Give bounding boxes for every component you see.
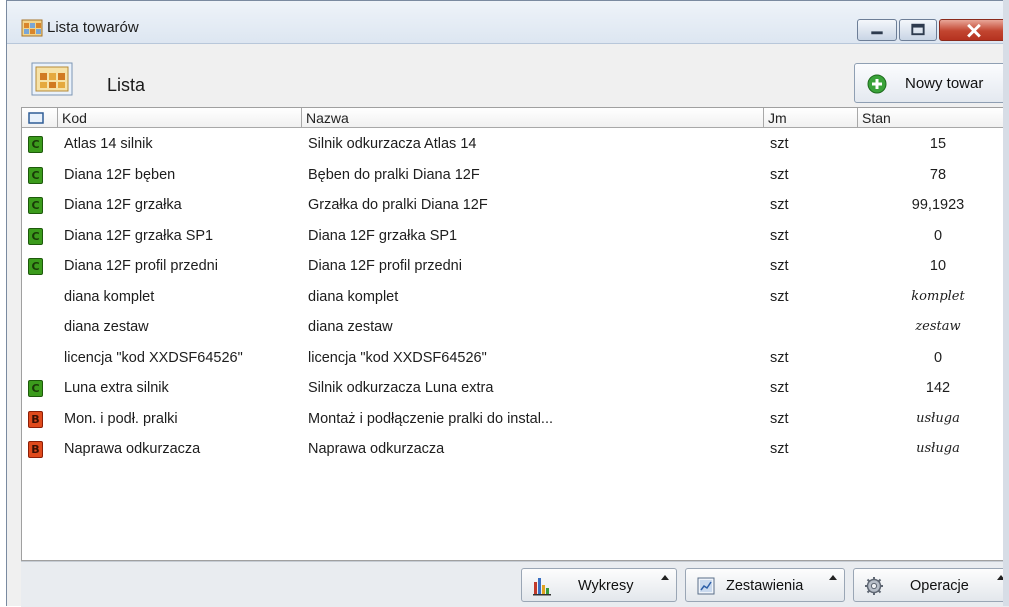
cell-stan: usługa xyxy=(916,441,960,456)
caret-up-icon xyxy=(829,575,837,580)
cell-kod: Mon. i podł. pralki xyxy=(64,410,178,427)
cell-kod: Diana 12F grzałka SP1 xyxy=(64,227,214,244)
zestawienia-button[interactable]: Zestawienia xyxy=(685,568,845,602)
bar-chart-icon xyxy=(533,578,551,596)
cell-nazwa: Naprawa odkurzacza xyxy=(308,441,445,457)
cell-stan: 99,1923 xyxy=(911,197,965,213)
cell-nazwa: Silnik odkurzacza Atlas 14 xyxy=(308,136,477,152)
cell-nazwa: diana komplet xyxy=(308,288,399,305)
table-row[interactable]: C Diana 12F grzałka SP1 Diana 12F grzałka … xyxy=(22,222,1009,253)
cell-stan: 142 xyxy=(925,380,951,396)
cell-nazwa: Diana 12F profil przedni xyxy=(308,258,462,274)
cell-stan: komplet xyxy=(911,288,965,304)
cell-stan: zestaw xyxy=(915,319,961,334)
cell-jm: szt xyxy=(770,258,789,274)
product-type-badge: C xyxy=(28,258,43,275)
table-row[interactable]: C Atlas 14 silnik Silnik odkurzacza Atlas … xyxy=(22,130,1009,161)
window-edge xyxy=(1003,0,1009,606)
cell-nazwa: Diana 12F grzałka SP1 xyxy=(308,227,458,244)
table-row[interactable]: diana zestaw diana zestaw zestaw xyxy=(22,313,1009,344)
cell-jm: szt xyxy=(770,410,789,427)
operacje-button[interactable]: Operacje xyxy=(853,568,1009,602)
page-title: Lista xyxy=(107,75,146,95)
cell-nazwa: Silnik odkurzacza Luna extra xyxy=(308,380,494,396)
select-column-header[interactable] xyxy=(22,108,58,128)
cell-kod: Diana 12F bęben xyxy=(64,166,176,183)
cell-stan: 78 xyxy=(929,166,947,183)
column-header-jm[interactable]: Jm xyxy=(764,108,858,128)
table-row[interactable]: licencja "kod XXDSF64526" licencja "kod X… xyxy=(22,344,1009,375)
cell-kod: Atlas 14 silnik xyxy=(64,136,153,152)
cell-jm: szt xyxy=(770,349,789,366)
cell-stan: 15 xyxy=(929,136,947,152)
product-list-icon xyxy=(21,19,43,37)
maximize-button[interactable] xyxy=(899,19,937,41)
window-title: Lista towarów xyxy=(47,19,139,36)
cell-kod: licencja "kod XXDSF64526" xyxy=(64,349,243,366)
cell-nazwa: diana zestaw xyxy=(308,319,393,335)
report-icon xyxy=(697,577,715,595)
list-header: Lista Nowy towar xyxy=(7,55,1009,103)
product-type-badge: B xyxy=(28,441,43,458)
cell-jm: szt xyxy=(770,227,789,244)
cell-nazwa: Montaż i podłączenie pralki do instal... xyxy=(308,410,554,427)
wykresy-label: Wykresy xyxy=(578,578,634,594)
cell-nazwa: Grzałka do pralki Diana 12F xyxy=(308,197,488,213)
column-header-stan[interactable]: Stan xyxy=(858,108,1009,128)
new-product-button[interactable]: Nowy towar xyxy=(854,63,1009,103)
table-row[interactable]: C Diana 12F profil przedni Diana 12F profi… xyxy=(22,252,1009,283)
cell-jm: szt xyxy=(770,197,789,213)
table-row[interactable]: diana komplet diana komplet szt komplet xyxy=(22,283,1009,314)
product-type-badge: C xyxy=(28,380,43,397)
cell-jm: szt xyxy=(770,441,789,457)
cell-stan: usługa xyxy=(916,410,960,426)
table-row[interactable]: C Luna extra silnik Silnik odkurzacza Luna… xyxy=(22,374,1009,405)
bottom-toolbar: Wykresy Zestawienia Operacje xyxy=(21,561,1009,607)
app-window: Lista towarów Lista Nowy towar Kod Nazwa… xyxy=(6,0,1009,607)
wykresy-button[interactable]: Wykresy xyxy=(521,568,677,602)
cell-kod: Luna extra silnik xyxy=(64,380,169,396)
cell-kod: Naprawa odkurzacza xyxy=(64,441,201,457)
cell-nazwa: licencja "kod XXDSF64526" xyxy=(308,349,487,366)
cell-kod: diana zestaw xyxy=(64,319,149,335)
column-header-nazwa[interactable]: Nazwa xyxy=(302,108,764,128)
product-type-badge: C xyxy=(28,227,43,245)
title-bar[interactable]: Lista towarów xyxy=(7,1,1009,44)
column-header-kod[interactable]: Kod xyxy=(58,108,302,128)
products-table[interactable]: Kod Nazwa Jm Stan C Atlas 14 silnik Silnik… xyxy=(21,107,1009,561)
cell-jm: szt xyxy=(770,288,789,305)
zestawienia-label: Zestawienia xyxy=(726,578,804,594)
table-row[interactable]: B Mon. i podł. pralki Montaż i podłączenie… xyxy=(22,405,1009,436)
product-list-icon xyxy=(31,62,73,96)
product-type-badge: C xyxy=(28,136,43,153)
caret-up-icon xyxy=(661,575,669,580)
checkbox-icon xyxy=(28,112,44,124)
table-row[interactable]: B Naprawa odkurzacza Naprawa odkurzacza szt… xyxy=(22,435,1009,466)
cell-jm: szt xyxy=(770,136,789,152)
cell-jm: szt xyxy=(770,380,789,396)
minimize-button[interactable] xyxy=(857,19,897,41)
table-body: C Atlas 14 silnik Silnik odkurzacza Atlas … xyxy=(22,130,1009,466)
cell-jm: szt xyxy=(770,166,789,183)
operacje-label: Operacje xyxy=(910,578,969,594)
cell-nazwa: Bęben do pralki Diana 12F xyxy=(308,166,480,183)
close-icon xyxy=(967,23,981,38)
close-button[interactable] xyxy=(939,19,1009,41)
product-type-badge: C xyxy=(28,166,43,184)
cell-stan: 10 xyxy=(929,258,947,274)
maximize-icon xyxy=(911,23,925,36)
green-plus-icon xyxy=(867,74,887,94)
cell-kod: Diana 12F grzałka xyxy=(64,197,182,213)
gear-icon xyxy=(865,577,883,595)
cell-stan: 0 xyxy=(933,227,943,244)
product-type-badge: B xyxy=(28,410,43,428)
minimize-icon xyxy=(871,31,883,35)
new-product-label: Nowy towar xyxy=(905,75,984,92)
table-row[interactable]: C Diana 12F grzałka Grzałka do pralki Dian… xyxy=(22,191,1009,222)
product-type-badge: C xyxy=(28,197,43,214)
cell-stan: 0 xyxy=(933,349,943,366)
cell-kod: Diana 12F profil przedni xyxy=(64,258,218,274)
table-row[interactable]: C Diana 12F bęben Bęben do pralki Diana 12… xyxy=(22,161,1009,192)
cell-kod: diana komplet xyxy=(64,288,155,305)
